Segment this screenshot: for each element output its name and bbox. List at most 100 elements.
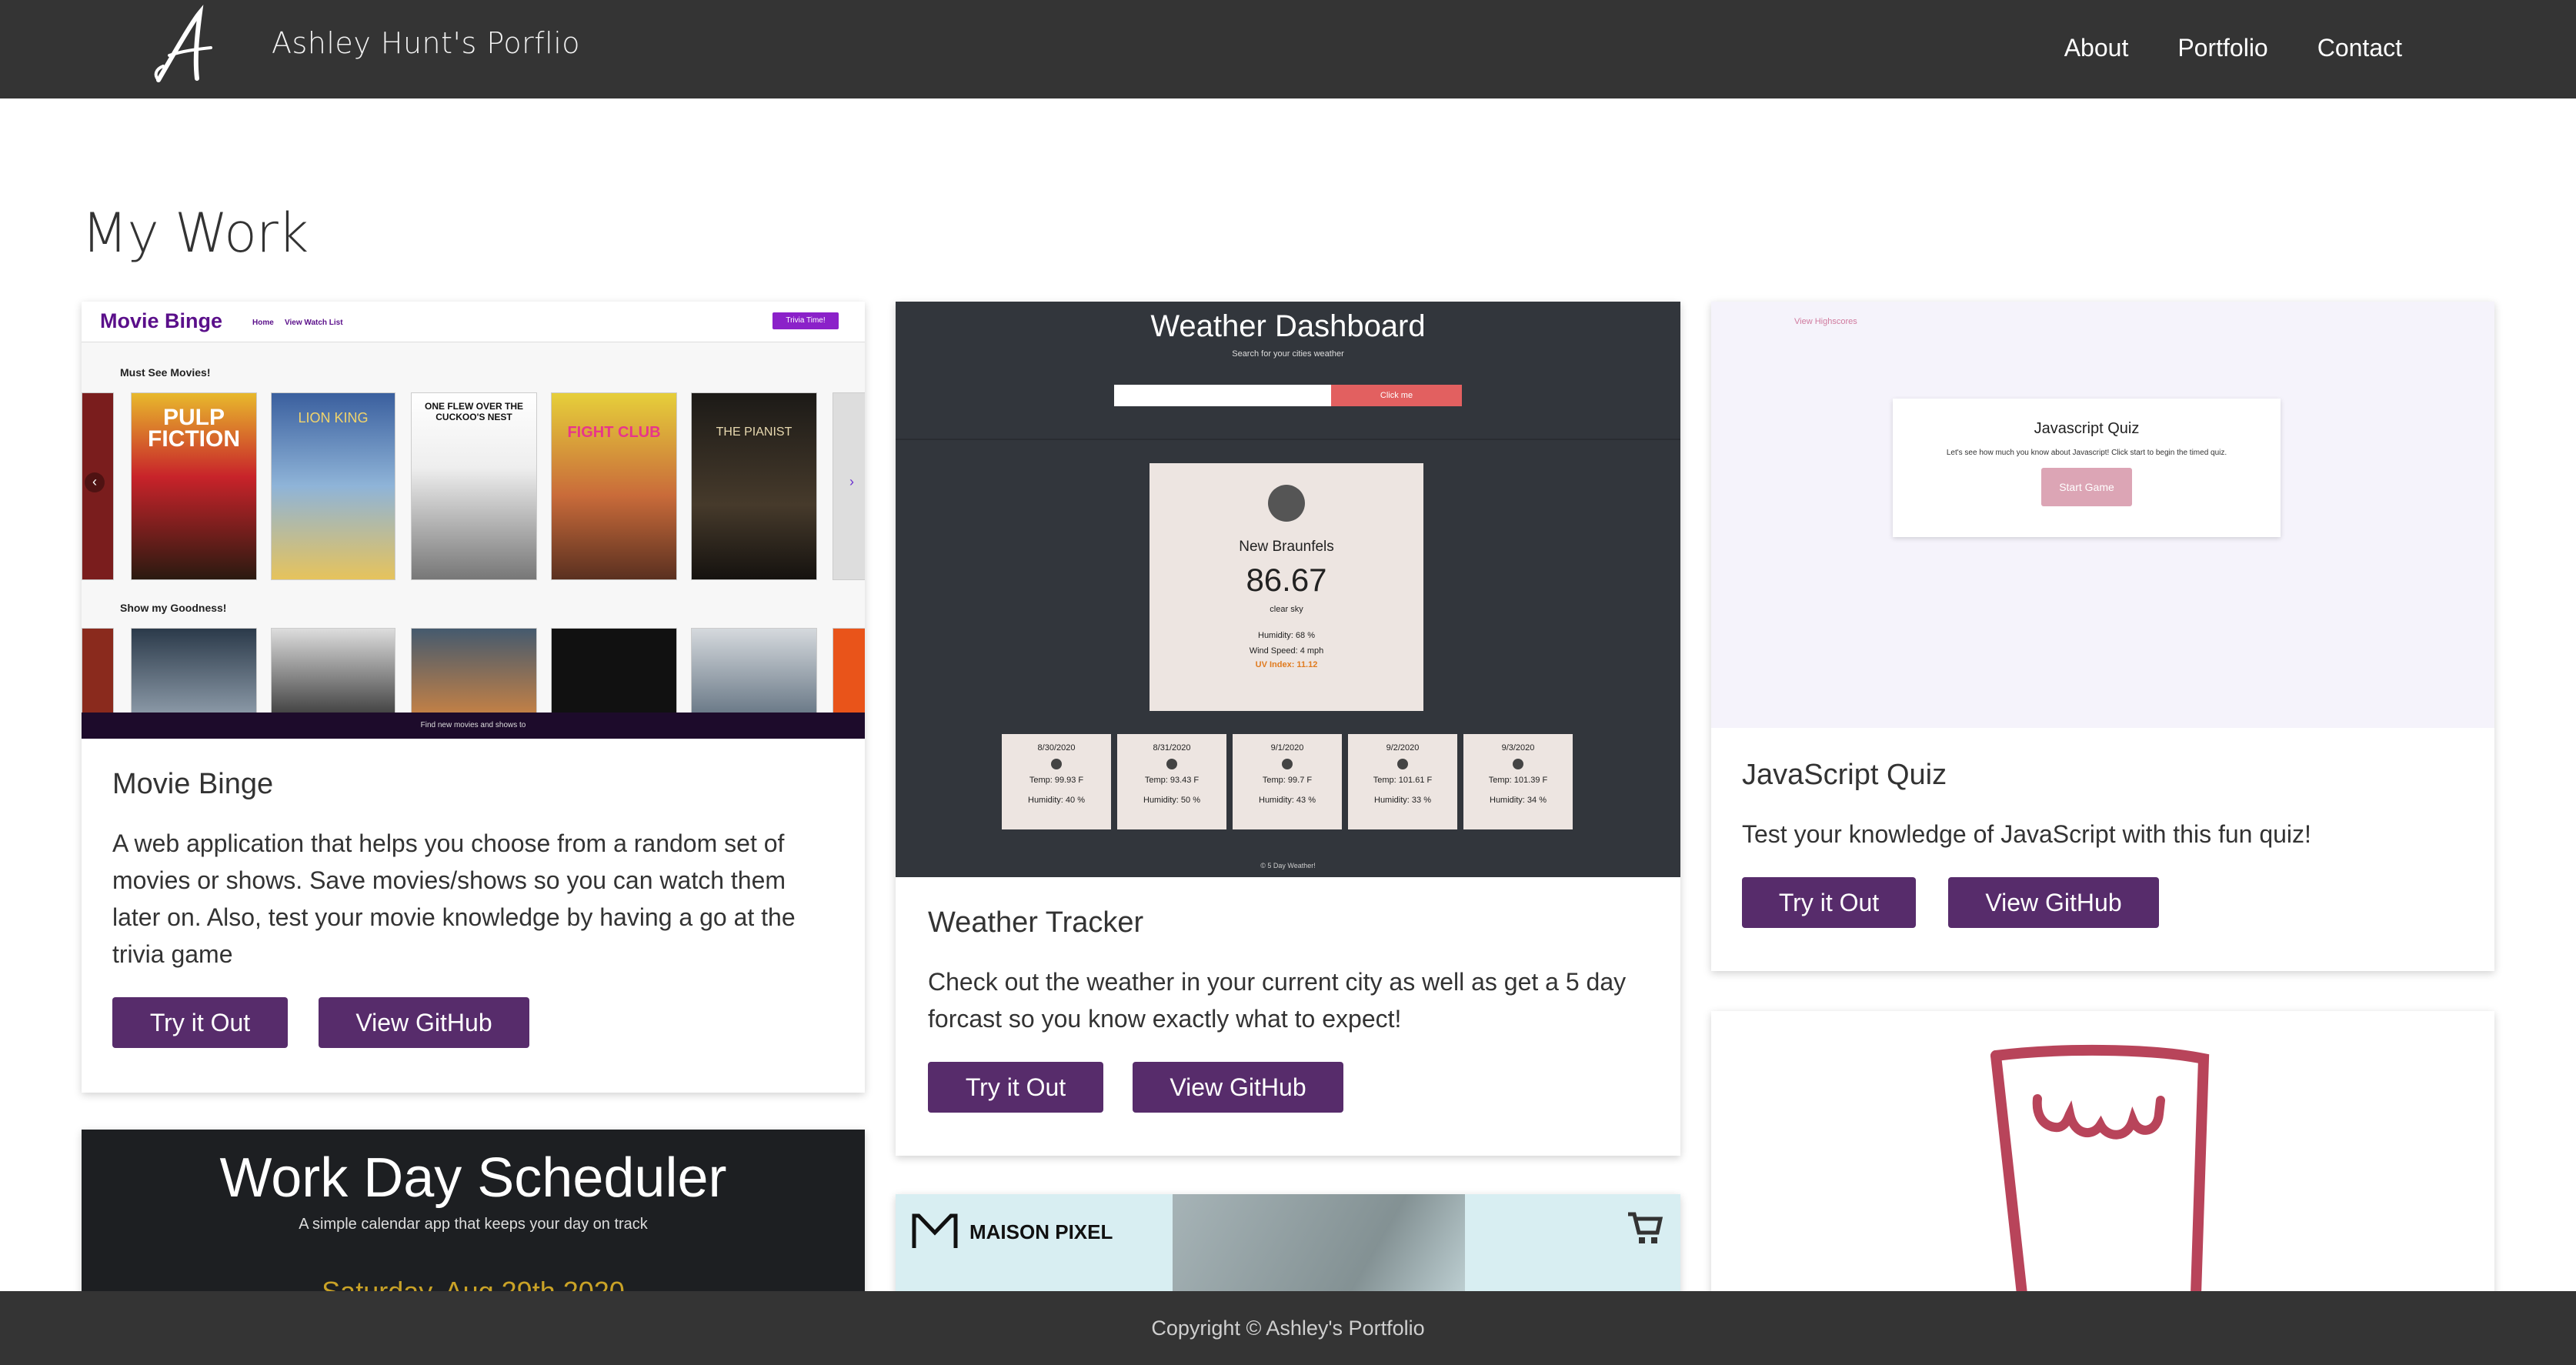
poster: [551, 628, 677, 714]
forecast-humidity: Humidity: 43 %: [1259, 796, 1316, 805]
forecast-temp: Temp: 99.93 F: [1029, 776, 1084, 785]
project-card-movie-binge: Movie Binge Home View Watch List Trivia …: [82, 302, 865, 1093]
project-card-cup: [1711, 1011, 2494, 1319]
page-title: My Work: [82, 202, 309, 265]
poster-title: ONE FLEW OVER THE CUCKOO'S NEST: [424, 401, 523, 422]
nav-about[interactable]: About: [2064, 34, 2129, 62]
project-description: Check out the weather in your current ci…: [928, 968, 1627, 1033]
forecast-day: 9/3/2020 Temp: 101.39 F Humidity: 34 %: [1463, 734, 1573, 829]
poster: [271, 628, 395, 714]
forecast-temp: Temp: 101.61 F: [1373, 776, 1433, 785]
view-github-button[interactable]: View GitHub: [319, 997, 529, 1048]
project-preview-image: View Highscores Javascript Quiz Let's se…: [1711, 302, 2494, 728]
carousel-next-icon: ›: [849, 474, 854, 489]
preview-section-shows: Show my Goodness!: [120, 602, 227, 614]
forecast-humidity: Humidity: 40 %: [1028, 796, 1085, 805]
preview-start-button: Start Game: [2041, 468, 2132, 506]
brand-name[interactable]: Ashley Hunt's Porflio: [272, 26, 580, 60]
project-description: Test your knowledge of JavaScript with t…: [1742, 820, 2311, 848]
forecast-date: 8/31/2020: [1153, 743, 1191, 753]
preview-uv: UV Index: 11.12: [1255, 660, 1318, 669]
forecast-temp: Temp: 101.39 F: [1488, 776, 1548, 785]
view-github-button[interactable]: View GitHub: [1133, 1062, 1343, 1113]
forecast-humidity: Humidity: 34 %: [1490, 796, 1547, 805]
forecast-temp: Temp: 93.43 F: [1144, 776, 1200, 785]
footer: Copyright © Ashley's Portfolio: [0, 1291, 2576, 1365]
forecast-date: 9/1/2020: [1270, 743, 1304, 753]
try-it-out-button[interactable]: Try it Out: [112, 997, 288, 1048]
nav-links: About Portfolio Contact: [2064, 34, 2402, 62]
carousel-prev-icon: ‹: [85, 472, 105, 492]
preview-title: Weather Dashboard: [1150, 309, 1426, 343]
poster-title: FIGHT CLUB: [567, 424, 661, 441]
project-title: Movie Binge: [112, 768, 274, 800]
project-title: JavaScript Quiz: [1742, 759, 1947, 791]
preview-humidity: Humidity: 68 %: [1258, 631, 1315, 640]
poster: [411, 628, 537, 714]
nav-contact[interactable]: Contact: [2317, 34, 2402, 62]
poster: FIGHT CLUB: [551, 392, 677, 580]
poster: LION KING: [271, 392, 395, 580]
navbar: Ashley Hunt's Porflio About Portfolio Co…: [0, 0, 2576, 98]
cart-icon: [1628, 1212, 1663, 1243]
project-preview-image: Weather Dashboard Search for your cities…: [896, 302, 1680, 877]
view-github-button[interactable]: View GitHub: [1948, 877, 2159, 928]
poster-title: THE PIANIST: [716, 426, 792, 439]
preview-quiz-box: Javascript Quiz Let's see how much you k…: [1893, 399, 2281, 537]
weather-icon: [1051, 759, 1062, 769]
forecast-humidity: Humidity: 33 %: [1374, 796, 1431, 805]
poster: [833, 628, 865, 714]
forecast-day: 9/2/2020 Temp: 101.61 F Humidity: 33 %: [1348, 734, 1457, 829]
preview-search-input: [1114, 385, 1331, 406]
preview-footer: Find new movies and shows to: [82, 713, 865, 739]
project-preview-image: Work Day Scheduler A simple calendar app…: [82, 1130, 865, 1299]
brand-logo-icon[interactable]: [152, 5, 222, 89]
preview-subtitle: A simple calendar app that keeps your da…: [299, 1216, 648, 1233]
project-card-work-day-scheduler: Work Day Scheduler A simple calendar app…: [82, 1130, 865, 1314]
forecast-day: 9/1/2020 Temp: 99.7 F Humidity: 43 %: [1233, 734, 1342, 829]
forecast-temp: Temp: 99.7 F: [1262, 776, 1313, 785]
copyright-text: Copyright © Ashley's Portfolio: [1151, 1317, 1425, 1340]
poster-title: LION KING: [298, 410, 369, 426]
forecast-date: 9/3/2020: [1501, 743, 1535, 753]
preview-trivia-button: Trivia Time!: [772, 312, 839, 329]
preview-highscores-link: View Highscores: [1794, 317, 1857, 326]
preview-wind: Wind Speed: 4 mph: [1249, 646, 1324, 656]
poster: [131, 628, 257, 714]
nav-portfolio[interactable]: Portfolio: [2177, 34, 2267, 62]
try-it-out-button[interactable]: Try it Out: [1742, 877, 1916, 928]
preview-footer: © 5 Day Weather!: [1260, 862, 1316, 869]
forecast-day: 8/30/2020 Temp: 99.93 F Humidity: 40 %: [1002, 734, 1111, 829]
preview-current-weather: New Braunfels 86.67 clear sky Humidity: …: [1150, 463, 1423, 711]
preview-nav-watchlist: View Watch List: [285, 319, 343, 327]
cup-logo-icon: [1990, 1044, 2210, 1294]
divider: [896, 439, 1680, 440]
preview-city: New Braunfels: [1239, 539, 1334, 555]
weather-icon: [1513, 759, 1523, 769]
preview-topbar: Movie Binge Home View Watch List Trivia …: [82, 302, 865, 342]
poster: ONE FLEW OVER THE CUCKOO'S NEST: [411, 392, 537, 580]
preview-section-movies: Must See Movies!: [120, 366, 211, 379]
maison-pixel-logo-icon: [912, 1213, 958, 1248]
preview-description: Let's see how much you know about Javasc…: [1946, 449, 2227, 457]
preview-search-button: Click me: [1331, 385, 1462, 406]
poster: THE PIANIST: [691, 392, 817, 580]
poster-title: PULP FICTION: [148, 405, 240, 452]
preview-brand: MAISON PIXEL: [969, 1220, 1113, 1243]
forecast-day: 8/31/2020 Temp: 93.43 F Humidity: 50 %: [1117, 734, 1226, 829]
preview-title: Javascript Quiz: [2034, 420, 2140, 437]
preview-subtitle: Search for your cities weather: [1232, 349, 1344, 359]
project-title: Weather Tracker: [928, 906, 1144, 939]
forecast-date: 9/2/2020: [1386, 743, 1420, 753]
preview-logo: Movie Binge: [100, 309, 223, 332]
poster: [82, 628, 114, 714]
preview-title: Work Day Scheduler: [219, 1147, 727, 1209]
project-card-javascript-quiz: View Highscores Javascript Quiz Let's se…: [1711, 302, 2494, 971]
try-it-out-button[interactable]: Try it Out: [928, 1062, 1103, 1113]
poster: PULP FICTION: [131, 392, 257, 580]
preview-nav-home: Home: [252, 319, 274, 327]
project-card-weather-tracker: Weather Dashboard Search for your cities…: [896, 302, 1680, 1156]
weather-icon: [1397, 759, 1408, 769]
forecast-date: 8/30/2020: [1037, 743, 1076, 753]
weather-icon: [1268, 485, 1305, 522]
